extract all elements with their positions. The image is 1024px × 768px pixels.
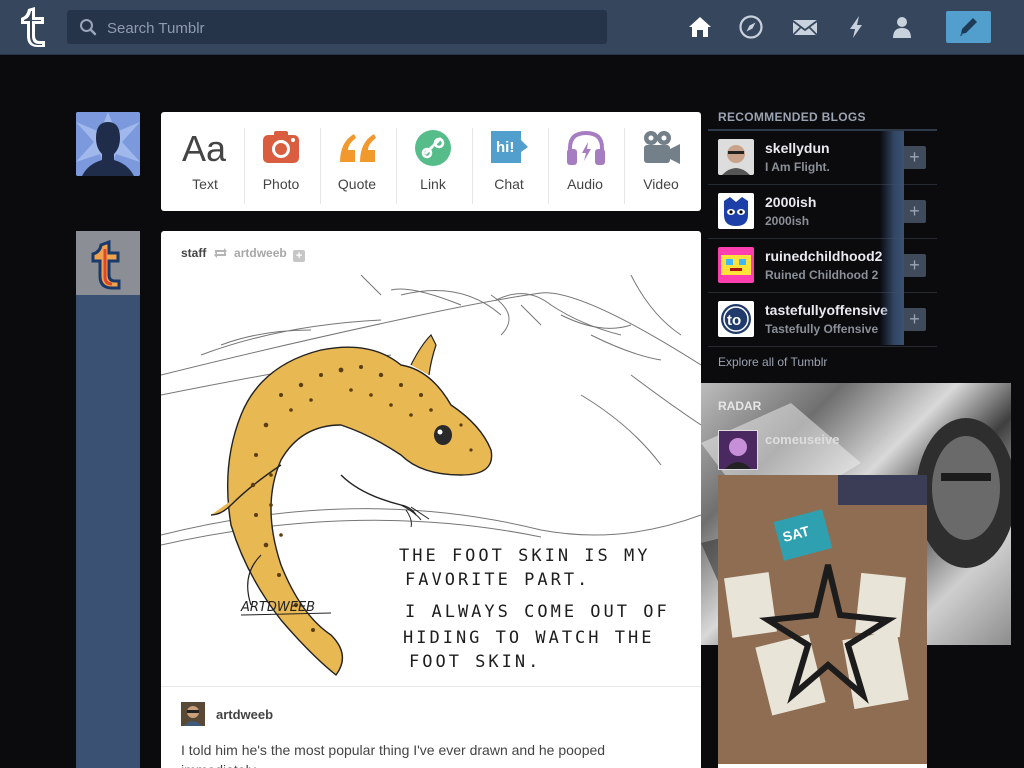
post-type-label: Quote: [337, 176, 377, 192]
post-header: staff artdweeb +: [181, 246, 306, 262]
post-type-label: Text: [192, 176, 218, 192]
search-icon: [79, 18, 97, 41]
handwriting-line: I ALWAYS COME OUT OF: [405, 602, 670, 622]
post-type-photo[interactable]: Photo: [243, 112, 319, 211]
handwriting-line: HIDING TO WATCH THE: [403, 628, 654, 648]
post-type-bar: Aa Text Photo Quote Link hi! Chat Audio: [161, 112, 701, 211]
follow-plus-icon[interactable]: +: [293, 250, 306, 262]
blog-title: 2000ish: [765, 214, 810, 228]
follow-button[interactable]: +: [903, 308, 926, 331]
blog-avatar[interactable]: [718, 193, 754, 229]
post-type-text[interactable]: Aa Text: [167, 112, 243, 211]
post-type-label: Video: [643, 176, 679, 192]
radar-post-photo[interactable]: SAT: [718, 475, 927, 765]
post-type-label: Audio: [567, 176, 603, 192]
quote-icon: [338, 128, 376, 168]
avatar-column: [76, 231, 140, 768]
account-icon[interactable]: [888, 13, 916, 41]
tumblr-logo-icon[interactable]: [14, 5, 52, 49]
follow-button[interactable]: +: [903, 254, 926, 277]
svg-text:Aa: Aa: [182, 128, 227, 168]
headphones-icon: [566, 128, 605, 168]
post-card: staff artdweeb + ARTDWEEB THE FOOT SKIN …: [161, 231, 701, 768]
blog-avatar[interactable]: [718, 247, 754, 283]
post-author-link[interactable]: staff: [181, 246, 206, 260]
post-type-label: Chat: [494, 176, 524, 192]
handwriting-line: THE FOOT SKIN IS MY: [399, 546, 650, 566]
post-type-quote[interactable]: Quote: [319, 112, 395, 211]
blog-title: Tastefully Offensive: [765, 322, 879, 336]
handwriting-line: FOOT SKIN.: [409, 652, 541, 672]
activity-icon[interactable]: [842, 13, 870, 41]
follow-button[interactable]: +: [903, 200, 926, 223]
search-bar[interactable]: [67, 10, 607, 46]
compose-button[interactable]: [946, 11, 991, 43]
radar-blog-avatar[interactable]: [718, 430, 758, 470]
camera-icon: [262, 128, 300, 168]
follow-button[interactable]: +: [903, 146, 926, 169]
recommended-blogs-title: RECOMMENDED BLOGS: [718, 110, 866, 124]
svg-text:hi!: hi!: [496, 139, 514, 156]
post-photo[interactable]: ARTDWEEB THE FOOT SKIN IS MY FAVORITE PA…: [161, 274, 701, 685]
post-type-video[interactable]: Video: [623, 112, 699, 211]
post-type-audio[interactable]: Audio: [547, 112, 623, 211]
video-camera-icon: [642, 128, 680, 168]
post-type-label: Link: [420, 176, 446, 192]
reblog-icon: [213, 247, 228, 262]
home-icon[interactable]: [686, 13, 714, 41]
blog-title: Ruined Childhood 2: [765, 268, 879, 282]
chat-icon: hi!: [490, 128, 528, 168]
blog-avatar[interactable]: to: [718, 301, 754, 337]
explore-link[interactable]: Explore all of Tumblr: [718, 355, 827, 369]
reblog-source-link[interactable]: artdweeb: [234, 246, 287, 260]
blog-avatar[interactable]: [718, 139, 754, 175]
compose-icon: [960, 18, 977, 36]
radar-post-footer: [718, 764, 927, 768]
text-icon: Aa: [182, 128, 227, 169]
top-bar: [0, 0, 1024, 55]
post-type-chat[interactable]: hi! Chat: [471, 112, 547, 211]
radar-blog-name[interactable]: comeuseive: [765, 432, 839, 447]
caption-avatar[interactable]: [181, 702, 205, 726]
post-type-label: Photo: [262, 176, 300, 192]
svg-text:to: to: [727, 312, 741, 329]
search-input[interactable]: [105, 10, 599, 46]
divider: [161, 686, 701, 687]
radar-title: RADAR: [718, 399, 762, 413]
inbox-icon[interactable]: [791, 13, 819, 41]
caption-username[interactable]: artdweeb: [216, 707, 273, 722]
post-type-link[interactable]: Link: [395, 112, 471, 211]
gecko-drawing: [210, 333, 493, 676]
link-icon: [414, 128, 452, 168]
blog-title: I Am Flight.: [765, 160, 830, 174]
caption-text: I told him he's the most popular thing I…: [181, 742, 606, 768]
artist-signature: ARTDWEEB: [240, 600, 315, 615]
scroll-overlay: [880, 131, 904, 345]
handwriting-line: FAVORITE PART.: [405, 570, 590, 590]
user-avatar[interactable]: [76, 112, 140, 176]
explore-icon[interactable]: [737, 13, 765, 41]
staff-avatar[interactable]: [76, 231, 140, 295]
